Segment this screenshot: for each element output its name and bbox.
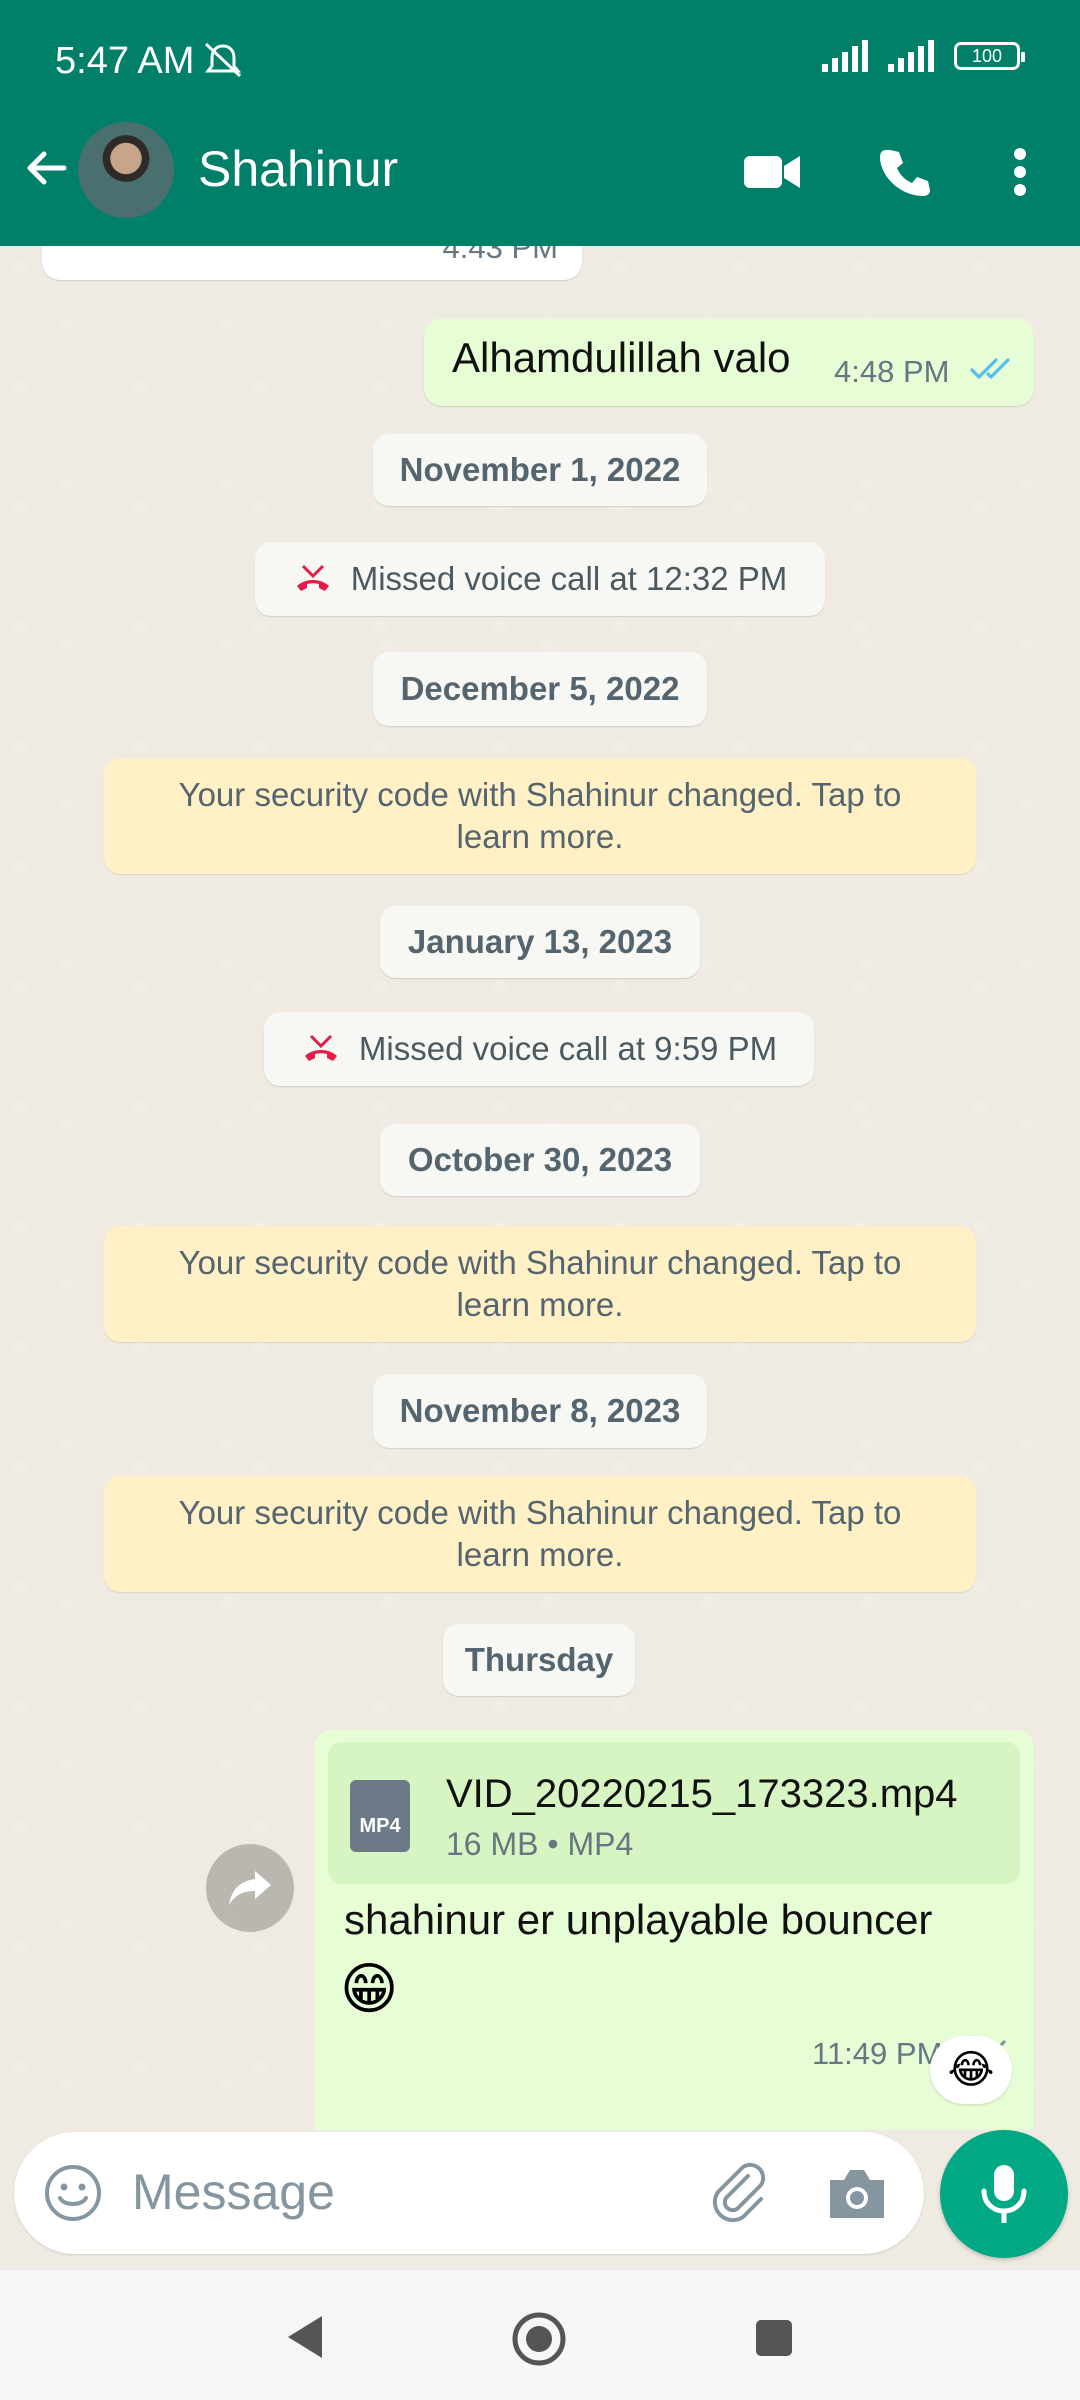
outgoing-message[interactable]: Alhamdulillah valo 4:48 PM <box>424 318 1034 406</box>
file-meta: 16 MB • MP4 <box>446 1826 634 1862</box>
message-time: 4:48 PM <box>834 354 950 389</box>
date-separator: October 30, 2023 <box>380 1124 700 1196</box>
contact-name[interactable]: Shahinur <box>198 140 398 198</box>
signal-icon <box>822 40 868 72</box>
missed-call-text: Missed voice call at 9:59 PM <box>358 1030 778 1067</box>
missed-call-notice[interactable]: Missed voice call at 12:32 PM <box>255 542 825 616</box>
security-code-notice[interactable]: Your security code with Shahinur changed… <box>104 1476 976 1592</box>
date-separator: November 8, 2023 <box>373 1374 707 1448</box>
nav-home-icon[interactable] <box>510 2310 568 2368</box>
grin-emoji: 😁 <box>340 1957 399 2020</box>
mp4-file-icon: MP4 <box>350 1780 410 1852</box>
battery-icon: 100 <box>954 42 1025 70</box>
back-arrow-icon[interactable] <box>18 140 74 196</box>
mute-bell-icon <box>204 42 242 78</box>
date-separator: January 13, 2023 <box>380 906 700 978</box>
composer <box>0 2130 1080 2270</box>
missed-call-text: Missed voice call at 12:32 PM <box>350 560 788 597</box>
outgoing-file-message[interactable]: MP4 VID_20220215_173323.mp4 16 MB • MP4 … <box>314 1730 1034 2130</box>
mic-icon <box>981 2165 1027 2223</box>
message-time: 4:43 PM <box>442 246 558 265</box>
avatar[interactable] <box>78 122 174 218</box>
security-code-notice[interactable]: Your security code with Shahinur changed… <box>104 1226 976 1342</box>
video-call-icon[interactable] <box>740 140 804 204</box>
date-separator: November 1, 2022 <box>373 434 707 506</box>
file-attachment[interactable]: MP4 VID_20220215_173323.mp4 16 MB • MP4 <box>328 1742 1020 1884</box>
forward-icon <box>229 1871 271 1905</box>
file-name: VID_20220215_173323.mp4 <box>446 1772 958 1816</box>
nav-recents-icon[interactable] <box>752 2316 796 2360</box>
security-code-notice[interactable]: Your security code with Shahinur changed… <box>104 758 976 874</box>
date-separator: Thursday <box>443 1624 635 1696</box>
message-caption: shahinur er unplayable bouncer <box>344 1896 933 1943</box>
app-bar: Shahinur <box>0 120 1080 246</box>
system-nav-bar <box>0 2270 1080 2400</box>
reaction-badge[interactable]: 😂 <box>930 2036 1012 2104</box>
message-text: Alhamdulillah valo <box>452 334 791 381</box>
read-tick-icon <box>970 358 1010 379</box>
status-bar: 5:47 AM 100 <box>0 0 1080 120</box>
file-badge: MP4 <box>359 1815 401 1837</box>
signal-icon-2 <box>888 40 934 72</box>
status-icons: 100 <box>822 40 1025 72</box>
missed-call-icon <box>296 564 329 591</box>
voice-record-button[interactable] <box>940 2130 1068 2258</box>
missed-call-notice[interactable]: Missed voice call at 9:59 PM <box>264 1012 814 1086</box>
message-input[interactable] <box>132 2152 692 2232</box>
more-options-icon[interactable] <box>988 140 1052 204</box>
date-separator: December 5, 2022 <box>373 652 707 726</box>
message-time: 11:49 PM <box>812 2036 943 2071</box>
missed-call-icon <box>304 1034 337 1061</box>
nav-back-icon[interactable] <box>282 2312 326 2362</box>
camera-icon[interactable] <box>826 2164 888 2222</box>
chat-header: 5:47 AM 100 Shahinur <box>0 0 1080 246</box>
incoming-message[interactable]: 4:43 PM <box>42 246 582 280</box>
chat-area[interactable]: 4:43 PM Alhamdulillah valo 4:48 PM Novem… <box>0 246 1080 2130</box>
voice-call-icon[interactable] <box>872 140 936 204</box>
attach-icon[interactable] <box>708 2162 770 2224</box>
message-input-box <box>14 2132 924 2254</box>
emoji-icon[interactable] <box>42 2162 104 2224</box>
forward-button[interactable] <box>206 1844 294 1932</box>
status-time: 5:47 AM <box>55 40 195 82</box>
